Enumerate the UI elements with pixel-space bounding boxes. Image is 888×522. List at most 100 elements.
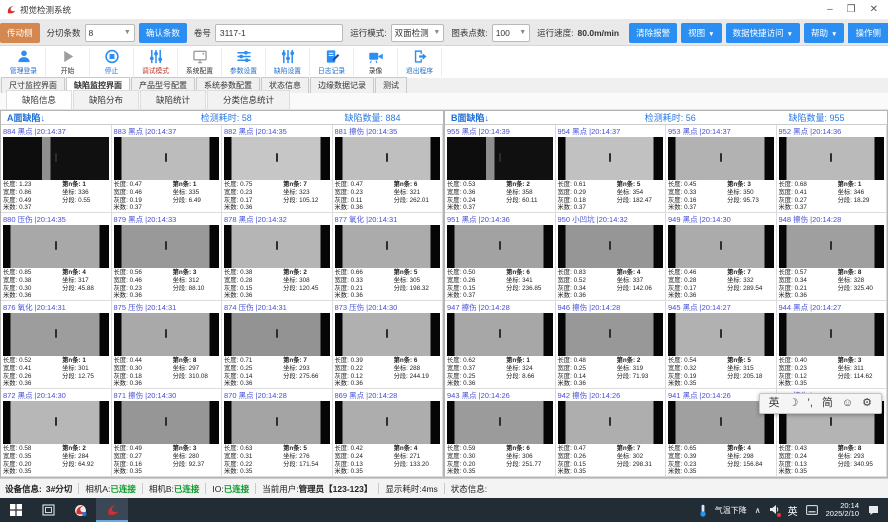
defect-image[interactable] — [335, 225, 441, 268]
defect-image[interactable] — [558, 313, 664, 356]
defect-cell[interactable]: 878 黑点 |20:14:32长度: 0.38宽度: 0.28灰度: 0.15… — [222, 213, 333, 301]
defect-image[interactable] — [447, 401, 553, 444]
ime-emoji-icon[interactable]: ☺ — [842, 398, 853, 409]
defect-cell[interactable]: 954 黑点 |20:14:37长度: 0.61宽度: 0.29灰度: 0.18… — [556, 125, 667, 213]
close-button[interactable]: ✕ — [870, 5, 878, 15]
sub-tab-2[interactable]: 缺陷分布 — [73, 90, 139, 109]
defect-image[interactable] — [224, 225, 330, 268]
tool-system-button[interactable]: 系统配置 — [178, 48, 222, 76]
defect-cell[interactable]: 942 擦伤 |20:14:26长度: 0.47宽度: 0.26灰度: 0.15… — [556, 389, 667, 477]
defect-cell[interactable]: 884 黑点 |20:14:37长度: 1.23宽度: 0.86灰度: 0.49… — [1, 125, 112, 213]
sub-tab-4[interactable]: 分类信息统计 — [207, 90, 290, 109]
roll-number-input[interactable]: 3117-1 — [215, 24, 343, 42]
ime-settings-icon[interactable]: ⚙ — [862, 398, 872, 409]
start-button[interactable] — [0, 498, 32, 522]
defect-cell[interactable]: 944 黑点 |20:14:27长度: 0.40宽度: 0.23灰度: 0.12… — [777, 301, 888, 389]
defect-cell[interactable]: 876 氧化 |20:14:31长度: 0.52宽度: 0.41灰度: 0.26… — [1, 301, 112, 389]
main-tab-7[interactable]: 测试 — [375, 77, 407, 93]
defect-cell[interactable]: 948 擦伤 |20:14:28长度: 0.57宽度: 0.34灰度: 0.21… — [777, 213, 888, 301]
defect-cell[interactable]: 870 黑点 |20:14:28长度: 0.63宽度: 0.31灰度: 0.22… — [222, 389, 333, 477]
defect-cell[interactable]: 947 擦伤 |20:14:28长度: 0.62宽度: 0.37灰度: 0.25… — [445, 301, 556, 389]
defect-cell[interactable]: 951 黑点 |20:14:36长度: 0.50宽度: 0.26灰度: 0.15… — [445, 213, 556, 301]
defect-image[interactable] — [447, 225, 553, 268]
view-menu-button[interactable]: 视图▼ — [681, 23, 721, 43]
clear-alarm-button[interactable]: 清除报警 — [629, 23, 677, 43]
taskbar-clock[interactable]: 20:14 2025/2/10 — [826, 502, 859, 519]
defect-image[interactable] — [224, 401, 330, 444]
confirm-strips-button[interactable]: 确认条数 — [139, 23, 187, 43]
defect-cell[interactable]: 880 压伤 |20:14:35长度: 0.85宽度: 0.38灰度: 0.30… — [1, 213, 112, 301]
volume-icon[interactable] — [769, 504, 780, 517]
defect-image[interactable] — [3, 137, 109, 180]
tool-record-button[interactable]: 录像 — [354, 48, 398, 76]
defect-cell[interactable]: 945 黑点 |20:14:27长度: 0.54宽度: 0.32灰度: 0.19… — [666, 301, 777, 389]
tool-log-button[interactable]: 日志记录 — [310, 48, 354, 76]
tool-params-button[interactable]: 参数设置 — [222, 48, 266, 76]
defect-image[interactable] — [224, 313, 330, 356]
tool-debug-button[interactable]: 调试模式 — [134, 48, 178, 76]
defect-image[interactable] — [335, 137, 441, 180]
defect-image[interactable] — [3, 401, 109, 444]
defect-image[interactable] — [224, 137, 330, 180]
defect-cell[interactable]: 873 压伤 |20:14:30长度: 0.39宽度: 0.22灰度: 0.12… — [333, 301, 444, 389]
defect-image[interactable] — [668, 225, 774, 268]
defect-cell[interactable]: 950 小凹坑 |20:14:32长度: 0.83宽度: 0.52灰度: 0.3… — [556, 213, 667, 301]
defect-image[interactable] — [558, 401, 664, 444]
taskbar-app-browser[interactable] — [64, 498, 96, 522]
tool-start-button[interactable]: 开始 — [46, 48, 90, 76]
defect-cell[interactable]: 871 擦伤 |20:14:30长度: 0.49宽度: 0.27灰度: 0.16… — [112, 389, 223, 477]
defect-image[interactable] — [668, 137, 774, 180]
sub-tab-3[interactable]: 缺陷统计 — [140, 90, 206, 109]
task-view-button[interactable] — [32, 498, 64, 522]
defect-cell[interactable]: 875 压伤 |20:14:31长度: 0.44宽度: 0.30灰度: 0.18… — [112, 301, 223, 389]
strip-count-select[interactable]: 8▼ — [85, 24, 135, 42]
defect-image[interactable] — [447, 137, 553, 180]
chart-points-select[interactable]: 100▼ — [492, 24, 530, 42]
defect-image[interactable] — [447, 313, 553, 356]
drive-side-button[interactable]: 传动侧 — [0, 23, 40, 43]
defect-image[interactable] — [558, 137, 664, 180]
defect-image[interactable] — [3, 313, 109, 356]
tool-exit-button[interactable]: 退出程序 — [398, 48, 442, 76]
defect-image[interactable] — [779, 225, 885, 268]
defect-image[interactable] — [3, 225, 109, 268]
defect-cell[interactable]: 877 氧化 |20:14:31长度: 0.66宽度: 0.33灰度: 0.21… — [333, 213, 444, 301]
ime-bar[interactable]: 英☽’,简☺⚙ — [759, 393, 882, 414]
defect-image[interactable] — [114, 137, 220, 180]
defect-image[interactable] — [114, 225, 220, 268]
ime-lang-en[interactable]: 英 — [769, 398, 780, 409]
tool-stop-button[interactable]: 停止 — [90, 48, 134, 76]
weather-text[interactable]: 气温下降 — [715, 505, 747, 516]
defect-image[interactable] — [779, 313, 885, 356]
run-mode-select[interactable]: 双面检测▼ — [391, 24, 445, 42]
defect-image[interactable] — [335, 313, 441, 356]
defect-cell[interactable]: 943 黑点 |20:14:26长度: 0.59宽度: 0.30灰度: 0.20… — [445, 389, 556, 477]
sub-tab-1[interactable]: 缺陷信息 — [6, 90, 72, 109]
defect-cell[interactable]: 955 黑点 |20:14:39长度: 0.53宽度: 0.36灰度: 0.24… — [445, 125, 556, 213]
minimize-button[interactable]: – — [827, 5, 833, 15]
operator-side-button[interactable]: 操作侧 — [848, 23, 888, 43]
defect-cell[interactable]: 946 擦伤 |20:14:28长度: 0.48宽度: 0.25灰度: 0.14… — [556, 301, 667, 389]
language-indicator[interactable]: 英 — [788, 503, 798, 518]
defect-cell[interactable]: 949 黑点 |20:14:30长度: 0.46宽度: 0.28灰度: 0.17… — [666, 213, 777, 301]
taskbar-app-inspection[interactable] — [96, 498, 128, 522]
defect-image[interactable] — [779, 137, 885, 180]
main-tab-6[interactable]: 边缘数据记录 — [310, 77, 374, 93]
defect-cell[interactable]: 879 黑点 |20:14:33长度: 0.56宽度: 0.46灰度: 0.23… — [112, 213, 223, 301]
tray-expand-icon[interactable]: ∧ — [755, 506, 761, 515]
defect-cell[interactable]: 953 黑点 |20:14:37长度: 0.45宽度: 0.33灰度: 0.16… — [666, 125, 777, 213]
defect-cell[interactable]: 872 黑点 |20:14:30长度: 0.58宽度: 0.35灰度: 0.20… — [1, 389, 112, 477]
ime-punct[interactable]: ’, — [807, 398, 813, 409]
defect-cell[interactable]: 869 黑点 |20:14:28长度: 0.42宽度: 0.24灰度: 0.13… — [333, 389, 444, 477]
tool-defect-button[interactable]: 缺陷设置 — [266, 48, 310, 76]
defect-cell[interactable]: 883 黑点 |20:14:37长度: 0.47宽度: 0.46灰度: 0.19… — [112, 125, 223, 213]
touch-keyboard-icon[interactable] — [806, 505, 818, 515]
notification-center-icon[interactable] — [867, 504, 880, 516]
defect-cell[interactable]: 881 擦伤 |20:14:35长度: 0.47宽度: 0.23灰度: 0.11… — [333, 125, 444, 213]
defect-cell[interactable]: 874 压伤 |20:14:31长度: 0.71宽度: 0.25灰度: 0.14… — [222, 301, 333, 389]
defect-image[interactable] — [668, 401, 774, 444]
defect-image[interactable] — [558, 225, 664, 268]
defect-image[interactable] — [114, 313, 220, 356]
ime-lang-simplified[interactable]: 简 — [822, 398, 833, 409]
defect-cell[interactable]: 952 黑点 |20:14:36长度: 0.68宽度: 0.41灰度: 0.27… — [777, 125, 888, 213]
